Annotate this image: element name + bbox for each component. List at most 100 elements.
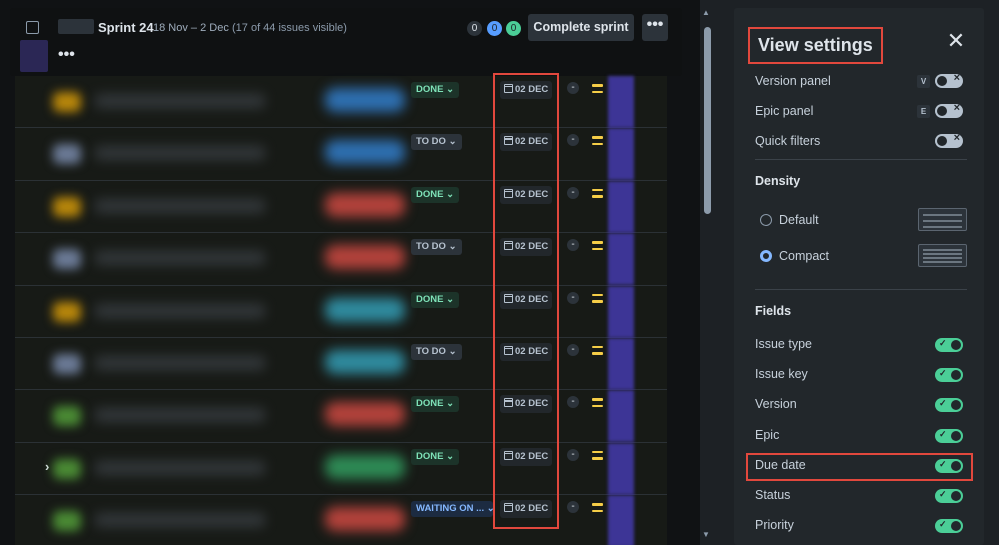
estimate-badge[interactable]: - (567, 343, 579, 356)
avatar[interactable] (608, 180, 634, 233)
table-row[interactable]: › DONE ⌄ 02 DEC - (15, 442, 667, 496)
avatar[interactable] (608, 495, 634, 545)
status-dropdown[interactable]: DONE ⌄ (411, 82, 460, 98)
status-label: DONE (416, 293, 444, 305)
issue-type-icon (53, 92, 81, 112)
epic-tag-redacted (325, 454, 405, 479)
status-dropdown[interactable]: WAITING ON ... ⌄ (411, 501, 493, 518)
avatar[interactable] (608, 128, 634, 181)
issue-type-icon (53, 144, 81, 165)
version-panel-toggle[interactable] (935, 72, 963, 88)
close-icon[interactable]: ✕ (944, 30, 968, 54)
priority-medium-icon (592, 398, 603, 408)
sprint-checkbox[interactable] (26, 21, 39, 34)
avatar[interactable] (608, 233, 634, 286)
field-toggle[interactable] (935, 368, 963, 383)
status-dropdown[interactable]: TO DO ⌄ (411, 343, 462, 360)
field-toggle[interactable] (935, 489, 963, 503)
scroll-down-icon[interactable]: ▼ (702, 530, 710, 539)
estimate-badge[interactable]: - (567, 239, 579, 252)
issue-type-icon (53, 249, 81, 270)
estimate-badge[interactable]: - (567, 134, 579, 147)
due-date-label: 02 DEC (515, 241, 549, 253)
scrollbar-thumb[interactable] (704, 27, 711, 214)
version-shortcut-key: V (917, 75, 930, 88)
field-toggle[interactable] (935, 398, 963, 413)
calendar-icon (504, 450, 513, 460)
estimate-badge[interactable]: - (567, 396, 579, 409)
field-label: Issue key (755, 367, 808, 382)
estimate-badge[interactable]: - (567, 291, 579, 304)
issue-summary-redacted (95, 198, 265, 213)
field-toggle[interactable] (935, 428, 963, 443)
scroll-up-icon[interactable]: ▲ (702, 8, 710, 17)
table-row[interactable]: TO DO ⌄ 02 DEC - (15, 128, 667, 181)
estimate-badge[interactable]: - (567, 82, 579, 94)
field-toggle[interactable] (935, 338, 963, 352)
table-row[interactable]: TO DO ⌄ 02 DEC - (15, 337, 667, 391)
status-dropdown[interactable]: DONE ⌄ (411, 396, 460, 413)
priority-medium-icon (592, 503, 603, 513)
header-more-icon[interactable]: ••• (58, 46, 75, 64)
divider (755, 289, 967, 290)
table-row[interactable]: DONE ⌄ 02 DEC - (15, 390, 667, 443)
density-heading: Density (755, 174, 801, 188)
chevron-down-icon: ⌄ (446, 398, 455, 410)
table-row[interactable]: TO DO ⌄ 02 DEC - (15, 233, 667, 286)
due-date-label: 02 DEC (515, 293, 549, 305)
count-done-badge: 0 (506, 21, 521, 36)
issue-type-icon (53, 511, 81, 532)
issue-type-icon (53, 353, 81, 374)
epic-tag-redacted (325, 192, 405, 217)
table-row[interactable]: WAITING ON ... ⌄ 02 DEC - (15, 495, 667, 545)
status-label: DONE (416, 188, 444, 200)
density-default-label[interactable]: Default (779, 213, 819, 227)
view-settings-panel: View settings ✕ Version panel V Epic pan… (734, 8, 984, 545)
density-compact-label[interactable]: Compact (779, 249, 829, 263)
table-row[interactable]: DONE ⌄ 02 DEC - (15, 76, 667, 129)
calendar-icon (504, 398, 513, 408)
avatar[interactable] (608, 76, 634, 128)
due-date-badge: 02 DEC (500, 342, 553, 361)
field-toggle[interactable] (935, 519, 963, 534)
sprint-more-button[interactable]: ••• (642, 14, 668, 41)
avatar[interactable] (608, 442, 634, 495)
field-label: Status (755, 488, 791, 502)
chevron-down-icon: ⌄ (446, 293, 455, 305)
sprint-board: Sprint 24 18 Nov – 2 Dec (17 of 44 issue… (0, 0, 700, 545)
avatar[interactable] (608, 285, 634, 338)
sprint-name[interactable]: Sprint 24 (98, 20, 154, 35)
complete-sprint-button[interactable]: Complete sprint (528, 14, 634, 41)
epic-tag-redacted (325, 88, 405, 112)
density-compact-radio[interactable] (760, 250, 772, 262)
field-label: Version (755, 397, 797, 412)
table-row[interactable]: DONE ⌄ 02 DEC - (15, 180, 667, 234)
status-label: WAITING ON ... (416, 503, 485, 515)
avatar[interactable] (608, 390, 634, 443)
epic-panel-toggle[interactable] (935, 102, 963, 118)
sprint-header: Sprint 24 18 Nov – 2 Dec (17 of 44 issue… (10, 8, 682, 76)
chevron-down-icon: ⌄ (446, 84, 455, 95)
status-dropdown[interactable]: DONE ⌄ (411, 291, 460, 308)
field-label: Priority (755, 518, 794, 533)
issue-list: DONE ⌄ 02 DEC - TO DO ⌄ 02 DEC - DONE ⌄ 02 DEC -… (15, 76, 667, 545)
due-date-label: 02 DEC (515, 503, 549, 515)
calendar-icon (504, 503, 513, 513)
status-dropdown[interactable]: DONE ⌄ (411, 186, 460, 203)
quick-filters-toggle[interactable] (935, 132, 963, 148)
table-row[interactable]: DONE ⌄ 02 DEC - (15, 285, 667, 338)
estimate-badge[interactable]: - (567, 186, 579, 199)
avatar[interactable] (608, 337, 634, 390)
estimate-badge[interactable]: - (567, 501, 579, 514)
density-default-radio[interactable] (760, 214, 772, 226)
avatar[interactable] (20, 40, 48, 72)
priority-medium-icon (592, 136, 603, 146)
due-date-label: 02 DEC (515, 136, 549, 148)
estimate-badge[interactable]: - (567, 448, 579, 461)
status-dropdown[interactable]: TO DO ⌄ (411, 134, 462, 151)
status-dropdown[interactable]: TO DO ⌄ (411, 239, 462, 256)
status-dropdown[interactable]: DONE ⌄ (411, 448, 460, 465)
expand-chevron-icon[interactable]: › (45, 459, 49, 474)
fields-heading: Fields (755, 304, 792, 318)
epic-tag-redacted (325, 140, 405, 165)
